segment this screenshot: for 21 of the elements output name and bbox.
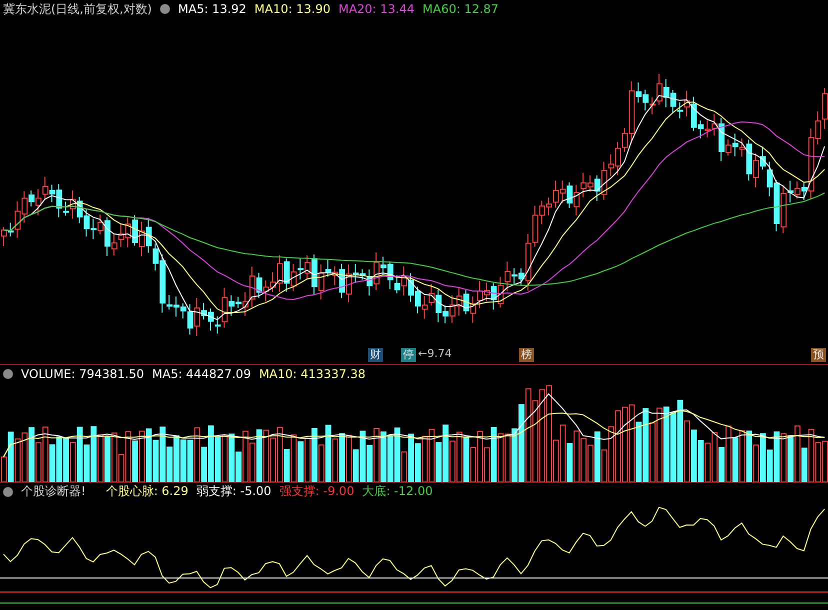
event-marker[interactable]: 停 <box>401 348 416 362</box>
indicator-title: 个股诊断器! <box>21 483 86 500</box>
volume-legend: MA5: 444827.09 <box>152 366 251 380</box>
moving-average-legend: MA5: 13.92 <box>178 2 246 16</box>
dropdown-icon[interactable] <box>3 368 13 378</box>
dropdown-icon[interactable] <box>3 486 13 496</box>
moving-average-legend: MA60: 12.87 <box>422 2 499 16</box>
volume-legend: MA10: 413337.38 <box>258 366 366 380</box>
indicator-legend: 强支撑: -9.00 <box>279 483 354 500</box>
moving-average-legend: MA20: 13.44 <box>338 2 415 16</box>
event-marker[interactable]: 榜 <box>519 348 534 362</box>
indicator-legend: 弱支撑: -5.00 <box>196 483 272 500</box>
chart-title: 冀东水泥(日线,前复权,对数) <box>3 0 152 18</box>
indicator-legend: 大底: -12.00 <box>362 483 433 500</box>
moving-average-legend: MA10: 13.90 <box>254 2 330 16</box>
indicator-legend: 个股心脉: 6.29 <box>106 483 188 500</box>
low-price-label: ←9.74 <box>418 347 452 360</box>
dropdown-icon[interactable] <box>160 4 170 14</box>
event-marker[interactable]: 预 <box>811 348 826 362</box>
event-marker[interactable]: 财 <box>368 348 383 362</box>
volume-legend: VOLUME: 794381.50 <box>21 366 144 380</box>
